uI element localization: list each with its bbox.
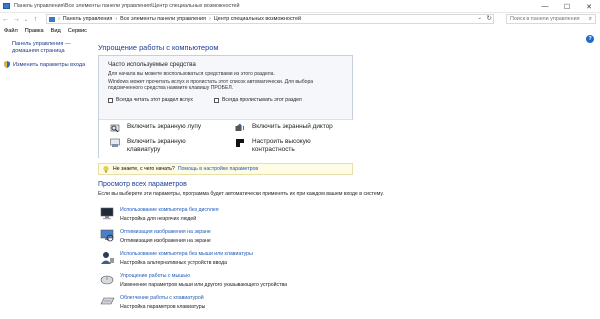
narrator-icon	[235, 123, 245, 131]
close-button[interactable]: ✕	[578, 0, 600, 13]
keyboard-icon	[110, 138, 120, 147]
row-link[interactable]: Оптимизация изображения на экране	[120, 229, 211, 235]
menu-bar: Файл Правка Вид Сервис	[0, 26, 600, 36]
checkbox-label: Всегда пролистывать этот раздел	[222, 97, 302, 103]
high-contrast-label: Настроить высокую контрастность	[252, 138, 311, 153]
checkbox-label: Всегда читать этот раздел вслух	[116, 97, 193, 103]
tip-link[interactable]: Помощь в настройке параметров	[178, 166, 258, 172]
magnifier-button[interactable]: Включить экранную лупу	[110, 123, 201, 133]
search-input[interactable]: Поиск в панели управления ⌕	[506, 14, 596, 24]
row-link[interactable]: Использование компьютера без дисплея	[120, 207, 219, 213]
help-icon[interactable]: ?	[586, 35, 594, 43]
minimize-button[interactable]: —	[534, 0, 556, 13]
refresh-icon[interactable]: ↻	[487, 14, 492, 22]
quick-access-desc-1: Для начала вы можете воспользоваться сре…	[108, 71, 275, 77]
list-item: Использование компьютера без мыши или кл…	[100, 251, 500, 271]
quick-access-title: Часто используемые средства	[108, 61, 196, 68]
search-icon[interactable]: ⌕	[589, 16, 592, 23]
breadcrumb-control-panel[interactable]: Панель управления	[63, 16, 113, 22]
forward-button[interactable]: →	[11, 16, 22, 23]
row-description: Оптимизация изображения на экране	[120, 238, 211, 244]
row-description: Изменение параметров мыши или другого ук…	[120, 282, 288, 288]
window-controls: — ☐ ✕	[534, 0, 600, 13]
chevron-down-icon[interactable]: ⌄	[477, 15, 482, 21]
up-button[interactable]: ↑	[30, 16, 41, 23]
menu-tools[interactable]: Сервис	[68, 28, 87, 34]
quick-access-desc-2: Windows может прочитать вслух и пролиста…	[108, 79, 314, 92]
row-description: Настройка альтернативных устройств ввода	[120, 260, 228, 266]
control-panel-icon	[49, 16, 55, 22]
recent-locations-button[interactable]: ⌄	[22, 17, 30, 23]
row-description: Настройка для незрячих людей	[120, 216, 197, 222]
list-item: Использование компьютера без дисплея Нас…	[100, 207, 500, 227]
sidebar-item-label: Изменить параметры входа	[13, 61, 86, 68]
breadcrumb-ease-of-access[interactable]: Центр специальных возможностей	[214, 16, 301, 22]
maximize-button[interactable]: ☐	[556, 0, 578, 13]
row-description: Настройка параметров клавиатуры	[120, 304, 206, 310]
shield-icon	[4, 61, 10, 68]
high-contrast-button[interactable]: Настроить высокую контрастность	[235, 138, 345, 154]
page-title: Упрощение работы с компьютером	[98, 43, 219, 52]
list-item: Упрощение работы с мышью Изменение парам…	[100, 273, 500, 293]
keyboard-icon	[100, 297, 115, 305]
quick-access-description: Для начала вы можете воспользоваться сре…	[108, 71, 348, 92]
title-bar: Панель управления\Все элементы панели уп…	[0, 0, 600, 13]
on-screen-keyboard-button[interactable]: Включить экранную клавиатуру	[110, 138, 220, 154]
always-scan-checkbox[interactable]: Всегда пролистывать этот раздел	[214, 97, 302, 103]
display-optimize-icon	[100, 229, 114, 242]
list-item: Оптимизация изображения на экране Оптими…	[100, 229, 500, 249]
keyboard-label: Включить экранную клавиатуру	[127, 138, 186, 153]
window-title: Панель управления\Все элементы панели уп…	[14, 3, 240, 9]
quick-access-panel: Часто используемые средства Для начала в…	[98, 55, 354, 159]
quick-tools: Включить экранную лупу Включить экранный…	[99, 119, 354, 159]
all-settings-description: Если вы выберете эти параметры, программ…	[98, 191, 384, 197]
breadcrumb-separator: ›	[115, 16, 118, 22]
address-row: ← → ⌄ ↑ › Панель управления › Все элемен…	[0, 13, 600, 26]
menu-edit[interactable]: Правка	[25, 28, 44, 34]
high-contrast-icon	[236, 139, 244, 147]
user-icon	[101, 252, 114, 264]
main-content: Упрощение работы с компьютером Часто исп…	[98, 43, 558, 310]
narrator-label: Включить экранный диктор	[252, 123, 333, 130]
address-bar[interactable]: › Панель управления › Все элементы панел…	[46, 14, 494, 24]
checkbox[interactable]	[214, 97, 219, 103]
mouse-icon	[100, 275, 114, 285]
magnifier-icon	[110, 124, 120, 133]
control-panel-icon	[3, 3, 10, 9]
menu-file[interactable]: Файл	[4, 28, 18, 34]
list-item: Облегчение работы с клавиатурой Настройк…	[100, 295, 500, 315]
row-link[interactable]: Облегчение работы с клавиатурой	[120, 295, 204, 301]
sidebar: Панель управления — домашняя страница Из…	[4, 41, 92, 68]
always-read-checkbox[interactable]: Всегда читать этот раздел вслух	[108, 97, 193, 103]
tip-text: Не знаете, с чего начать?	[113, 166, 175, 172]
search-placeholder: Поиск в панели управления	[510, 16, 580, 22]
checkbox[interactable]	[108, 97, 113, 103]
magnifier-label: Включить экранную лупу	[127, 123, 202, 130]
lightbulb-icon	[103, 165, 109, 173]
back-button[interactable]: ←	[0, 16, 11, 23]
sidebar-item-sign-in-settings[interactable]: Изменить параметры входа	[4, 61, 94, 68]
breadcrumb-separator: ›	[208, 16, 211, 22]
breadcrumb-separator: ›	[58, 16, 60, 22]
sidebar-home-link[interactable]: Панель управления — домашняя страница	[12, 41, 74, 55]
monitor-icon	[100, 207, 114, 220]
row-link[interactable]: Использование компьютера без мыши или кл…	[120, 251, 253, 257]
narrator-button[interactable]: Включить экранный диктор	[235, 123, 333, 133]
all-settings-heading: Просмотр всех параметров	[98, 181, 187, 188]
menu-view[interactable]: Вид	[51, 28, 61, 34]
help-tip: Не знаете, с чего начать? Помощь в настр…	[98, 163, 353, 175]
row-link[interactable]: Упрощение работы с мышью	[120, 273, 190, 279]
breadcrumb-all-items[interactable]: Все элементы панели управления	[120, 16, 206, 22]
